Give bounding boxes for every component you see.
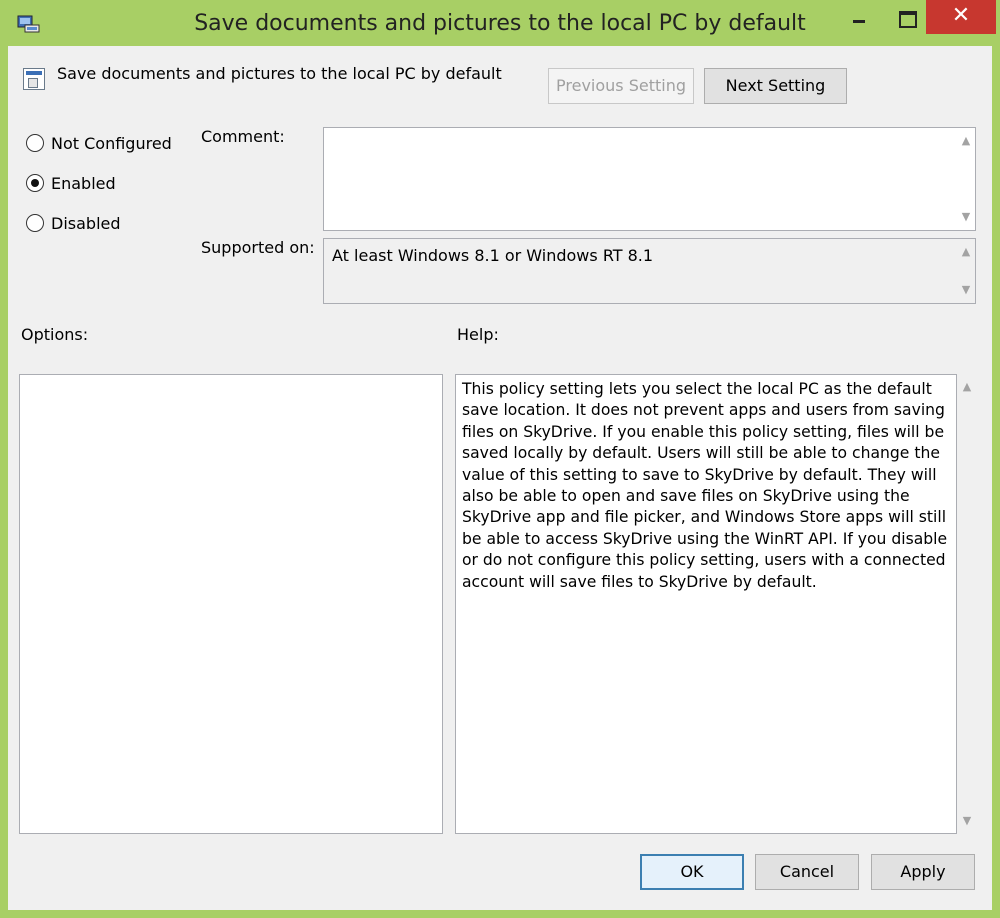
- scroll-down-icon[interactable]: ▼: [960, 814, 974, 828]
- help-label: Help:: [457, 325, 499, 344]
- options-label: Options:: [21, 325, 89, 344]
- radio-circle-icon: [26, 134, 44, 152]
- comment-textarea[interactable]: ▲ ▼: [323, 127, 976, 231]
- policy-setting-icon: [23, 68, 45, 90]
- close-icon: ✕: [951, 3, 971, 28]
- maximize-button[interactable]: [882, 0, 927, 32]
- minimize-button[interactable]: [836, 0, 881, 32]
- radio-not-configured[interactable]: Not Configured: [26, 132, 172, 154]
- scroll-up-icon[interactable]: ▲: [959, 134, 973, 148]
- radio-label: Not Configured: [51, 133, 172, 153]
- policy-dialog-window: Save documents and pictures to the local…: [0, 0, 1000, 918]
- title-bar[interactable]: Save documents and pictures to the local…: [0, 0, 1000, 46]
- supported-on-field: At least Windows 8.1 or Windows RT 8.1 ▲…: [323, 238, 976, 304]
- help-panel: This policy setting lets you select the …: [455, 374, 957, 834]
- comment-label: Comment:: [201, 127, 285, 146]
- cancel-button[interactable]: Cancel: [755, 854, 859, 890]
- previous-setting-button[interactable]: Previous Setting: [548, 68, 694, 104]
- radio-enabled[interactable]: Enabled: [26, 172, 116, 194]
- next-setting-button[interactable]: Next Setting: [704, 68, 847, 104]
- dialog-client-area: Save documents and pictures to the local…: [8, 46, 992, 910]
- help-text: This policy setting lets you select the …: [462, 380, 948, 591]
- supported-scrollbar[interactable]: ▲ ▼: [957, 239, 975, 303]
- radio-label: Disabled: [51, 213, 121, 233]
- ok-button[interactable]: OK: [640, 854, 744, 890]
- help-scrollbar[interactable]: ▲ ▼: [958, 374, 978, 834]
- radio-selected-icon: [26, 174, 44, 192]
- scroll-up-icon[interactable]: ▲: [959, 245, 973, 259]
- supported-on-label: Supported on:: [201, 238, 315, 257]
- comment-scrollbar[interactable]: ▲ ▼: [957, 128, 975, 230]
- options-panel: [19, 374, 443, 834]
- setting-name: Save documents and pictures to the local…: [57, 64, 502, 83]
- close-button[interactable]: ✕: [926, 0, 996, 34]
- supported-on-value: At least Windows 8.1 or Windows RT 8.1: [332, 246, 654, 265]
- radio-label: Enabled: [51, 173, 116, 193]
- radio-circle-icon: [26, 214, 44, 232]
- scroll-down-icon[interactable]: ▼: [959, 210, 973, 224]
- radio-disabled[interactable]: Disabled: [26, 212, 121, 234]
- scroll-up-icon[interactable]: ▲: [960, 380, 974, 394]
- apply-button[interactable]: Apply: [871, 854, 975, 890]
- scroll-down-icon[interactable]: ▼: [959, 283, 973, 297]
